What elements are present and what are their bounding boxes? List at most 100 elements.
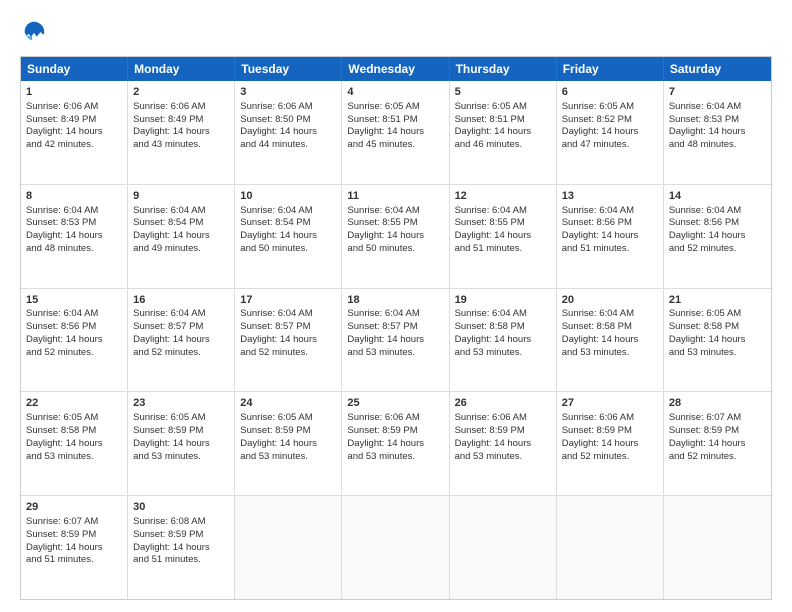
day-info-line: Sunrise: 6:04 AM xyxy=(347,205,443,218)
calendar-cell-20: 20Sunrise: 6:04 AMSunset: 8:58 PMDayligh… xyxy=(557,289,664,392)
day-info-line: Sunset: 8:57 PM xyxy=(133,321,229,334)
logo xyxy=(20,18,52,46)
day-number: 12 xyxy=(455,189,551,204)
header-day-saturday: Saturday xyxy=(664,57,771,81)
day-info-line: and 48 minutes. xyxy=(669,139,766,152)
day-info-line: Daylight: 14 hours xyxy=(669,230,766,243)
day-info-line: Sunset: 8:59 PM xyxy=(26,529,122,542)
day-info-line: Daylight: 14 hours xyxy=(240,230,336,243)
day-info-line: Sunset: 8:52 PM xyxy=(562,114,658,127)
day-info-line: Daylight: 14 hours xyxy=(26,230,122,243)
calendar-cell-22: 22Sunrise: 6:05 AMSunset: 8:58 PMDayligh… xyxy=(21,392,128,495)
day-info-line: Sunset: 8:55 PM xyxy=(455,217,551,230)
calendar-header: SundayMondayTuesdayWednesdayThursdayFrid… xyxy=(21,57,771,81)
day-info-line: and 48 minutes. xyxy=(26,243,122,256)
calendar-cell-14: 14Sunrise: 6:04 AMSunset: 8:56 PMDayligh… xyxy=(664,185,771,288)
day-info-line: Daylight: 14 hours xyxy=(347,438,443,451)
day-info-line: Daylight: 14 hours xyxy=(133,438,229,451)
day-info-line: Daylight: 14 hours xyxy=(347,126,443,139)
calendar: SundayMondayTuesdayWednesdayThursdayFrid… xyxy=(20,56,772,600)
day-info-line: Sunrise: 6:07 AM xyxy=(26,516,122,529)
day-info-line: Sunrise: 6:06 AM xyxy=(455,412,551,425)
day-info-line: Sunset: 8:59 PM xyxy=(347,425,443,438)
day-info-line: and 53 minutes. xyxy=(347,451,443,464)
day-info-line: Sunrise: 6:04 AM xyxy=(240,205,336,218)
day-info-line: and 51 minutes. xyxy=(562,243,658,256)
day-info-line: and 53 minutes. xyxy=(26,451,122,464)
day-info-line: Sunset: 8:56 PM xyxy=(26,321,122,334)
day-info-line: Daylight: 14 hours xyxy=(133,334,229,347)
day-info-line: Sunset: 8:49 PM xyxy=(133,114,229,127)
day-info-line: Daylight: 14 hours xyxy=(240,126,336,139)
day-info-line: Sunrise: 6:04 AM xyxy=(455,205,551,218)
day-info-line: Daylight: 14 hours xyxy=(133,542,229,555)
calendar-cell-4: 4Sunrise: 6:05 AMSunset: 8:51 PMDaylight… xyxy=(342,81,449,184)
calendar-cell-19: 19Sunrise: 6:04 AMSunset: 8:58 PMDayligh… xyxy=(450,289,557,392)
day-info-line: Sunset: 8:59 PM xyxy=(133,425,229,438)
day-info-line: and 52 minutes. xyxy=(562,451,658,464)
day-info-line: Daylight: 14 hours xyxy=(26,334,122,347)
calendar-body: 1Sunrise: 6:06 AMSunset: 8:49 PMDaylight… xyxy=(21,81,771,599)
day-info-line: Daylight: 14 hours xyxy=(26,542,122,555)
day-info-line: Sunset: 8:50 PM xyxy=(240,114,336,127)
day-number: 2 xyxy=(133,85,229,100)
calendar-cell-1: 1Sunrise: 6:06 AMSunset: 8:49 PMDaylight… xyxy=(21,81,128,184)
day-info-line: Daylight: 14 hours xyxy=(347,334,443,347)
calendar-row: 1Sunrise: 6:06 AM Sunset: 8:49 PM Daylight… xyxy=(21,81,771,184)
calendar-cell-9: 9Sunrise: 6:04 AMSunset: 8:54 PMDaylight… xyxy=(128,185,235,288)
day-number: 28 xyxy=(669,396,766,411)
day-info-line: Sunrise: 6:05 AM xyxy=(26,412,122,425)
day-number: 30 xyxy=(133,500,229,515)
day-info-line: Daylight: 14 hours xyxy=(240,438,336,451)
day-info-line: and 53 minutes. xyxy=(455,451,551,464)
calendar-row: 22Sunrise: 6:05 AMSunset: 8:58 PMDayligh… xyxy=(21,391,771,495)
day-info-line: and 53 minutes. xyxy=(133,451,229,464)
day-info-line: Sunrise: 6:04 AM xyxy=(240,308,336,321)
day-info-line: Daylight: 14 hours xyxy=(133,230,229,243)
logo-icon xyxy=(20,18,48,46)
day-number: 8 xyxy=(26,189,122,204)
day-info-line: and 43 minutes. xyxy=(133,139,229,152)
day-number: 18 xyxy=(347,293,443,308)
day-info-line: and 52 minutes. xyxy=(240,347,336,360)
day-info-line: Sunset: 8:54 PM xyxy=(133,217,229,230)
header-day-wednesday: Wednesday xyxy=(342,57,449,81)
day-info-line: Sunrise: 6:06 AM xyxy=(347,412,443,425)
day-info-line: and 51 minutes. xyxy=(133,554,229,567)
day-info-line: Sunrise: 6:05 AM xyxy=(669,308,766,321)
calendar-cell-empty xyxy=(450,496,557,599)
day-info-line: Daylight: 14 hours xyxy=(455,230,551,243)
day-info-line: Sunset: 8:51 PM xyxy=(455,114,551,127)
day-number: 14 xyxy=(669,189,766,204)
day-number: 4 xyxy=(347,85,443,100)
day-number: 15 xyxy=(26,293,122,308)
day-info-line: and 51 minutes. xyxy=(455,243,551,256)
day-info-line: and 52 minutes. xyxy=(26,347,122,360)
day-number: 1 xyxy=(26,85,122,100)
day-info-line: Sunrise: 6:05 AM xyxy=(240,412,336,425)
calendar-cell-empty xyxy=(557,496,664,599)
calendar-cell-10: 10Sunrise: 6:04 AMSunset: 8:54 PMDayligh… xyxy=(235,185,342,288)
calendar-cell-17: 17Sunrise: 6:04 AMSunset: 8:57 PMDayligh… xyxy=(235,289,342,392)
day-info-line: Sunset: 8:59 PM xyxy=(133,529,229,542)
day-info-line: Sunrise: 6:04 AM xyxy=(133,205,229,218)
day-info-line: Daylight: 14 hours xyxy=(562,230,658,243)
calendar-row: 29Sunrise: 6:07 AMSunset: 8:59 PMDayligh… xyxy=(21,495,771,599)
day-number: 23 xyxy=(133,396,229,411)
day-info-line: Daylight: 14 hours xyxy=(455,334,551,347)
day-info-line: Sunset: 8:53 PM xyxy=(26,217,122,230)
day-number: 20 xyxy=(562,293,658,308)
calendar-cell-8: 8Sunrise: 6:04 AMSunset: 8:53 PMDaylight… xyxy=(21,185,128,288)
day-number: 17 xyxy=(240,293,336,308)
day-info-line: Sunset: 8:55 PM xyxy=(347,217,443,230)
header-day-thursday: Thursday xyxy=(450,57,557,81)
day-info-line: Sunset: 8:58 PM xyxy=(669,321,766,334)
day-number: 21 xyxy=(669,293,766,308)
header-day-sunday: Sunday xyxy=(21,57,128,81)
day-info-line: Sunrise: 6:06 AM xyxy=(26,101,122,114)
calendar-cell-13: 13Sunrise: 6:04 AMSunset: 8:56 PMDayligh… xyxy=(557,185,664,288)
day-info-line: Sunrise: 6:04 AM xyxy=(669,101,766,114)
day-info-line: Sunset: 8:53 PM xyxy=(669,114,766,127)
day-info-line: Sunrise: 6:05 AM xyxy=(562,101,658,114)
day-info-line: Sunset: 8:59 PM xyxy=(240,425,336,438)
